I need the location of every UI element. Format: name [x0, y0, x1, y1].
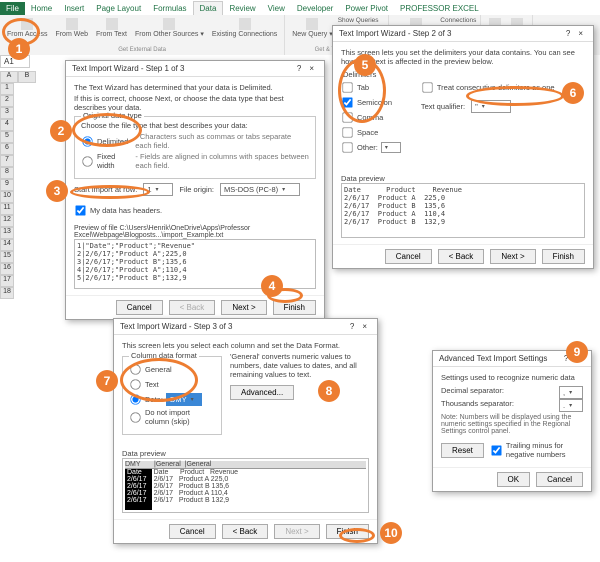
origin-label: File origin: [179, 185, 214, 194]
dlg2-preview-label: Data preview [341, 174, 585, 183]
tab-home[interactable]: Home [25, 2, 58, 15]
btn-from-text[interactable]: From Text [93, 17, 130, 40]
dlg4-cancel[interactable]: Cancel [536, 472, 583, 487]
origin-select[interactable]: MS-DOS (PC-8) [220, 183, 300, 196]
delim-space[interactable]: Space [341, 126, 401, 139]
callout-8: 8 [318, 380, 340, 402]
opt-fixed[interactable]: Fixed width- Fields are aligned in colum… [81, 152, 309, 170]
qualifier-label: Text qualifier: [421, 102, 465, 111]
btn-from-web[interactable]: From Web [52, 17, 91, 40]
close-icon[interactable]: × [358, 322, 371, 331]
dlg3-preview[interactable]: DMY |General |General Date 2/6/17 2/6/17… [122, 458, 369, 513]
dialog-advanced: Advanced Text Import Settings ?× Setting… [432, 350, 592, 492]
ring-6 [466, 86, 564, 106]
dlg1-line1: The Text Wizard has determined that your… [74, 83, 316, 92]
dlg2-preview[interactable]: Date Product Revenue 2/6/17 Product A 22… [341, 183, 585, 238]
dlg1-back[interactable]: < Back [169, 300, 216, 315]
dlg4-title: Advanced Text Import Settings [439, 354, 547, 363]
delim-other[interactable]: Other: [341, 141, 401, 154]
dlg4-line1: Settings used to recognize numeric data [441, 373, 583, 382]
preview-label: Preview of file C:\Users\Henrik\OneDrive… [74, 225, 316, 239]
callout-2: 2 [50, 120, 72, 142]
ring-3 [70, 185, 150, 199]
btn-from-other[interactable]: From Other Sources ▾ [132, 17, 207, 40]
ring-2 [72, 113, 142, 147]
callout-10: 10 [380, 522, 402, 544]
dlg4-note: Note: Numbers will be displayed using th… [441, 414, 583, 435]
dlg2-cancel[interactable]: Cancel [385, 249, 432, 264]
ring-7 [120, 358, 198, 402]
thousands-sep-select[interactable]: . [559, 399, 583, 412]
dlg1-line2: If this is correct, choose Next, or choo… [74, 94, 316, 112]
callout-7: 7 [96, 370, 118, 392]
trailing-minus-check[interactable]: Trailing minus for negative numbers [490, 441, 583, 459]
dlg1-cancel[interactable]: Cancel [116, 300, 163, 315]
dlg3-hint: 'General' converts numeric values to num… [230, 352, 369, 379]
tab-formulas[interactable]: Formulas [147, 2, 192, 15]
fmt-skip[interactable]: Do not import column (skip) [129, 408, 215, 426]
callout-5: 5 [354, 54, 376, 76]
dlg2-title: Text Import Wizard - Step 2 of 3 [339, 29, 451, 38]
help-icon[interactable]: ? [346, 322, 358, 331]
dlg3-preview-label: Data preview [122, 449, 369, 458]
advanced-button[interactable]: Advanced... [230, 385, 294, 400]
ring-10 [339, 528, 375, 543]
tab-profexcel[interactable]: PROFESSOR EXCEL [394, 2, 485, 15]
dlg2-finish[interactable]: Finish [542, 249, 585, 264]
tab-insert[interactable]: Insert [58, 2, 90, 15]
dlg1-next[interactable]: Next > [221, 300, 266, 315]
dlg3-next[interactable]: Next > [274, 524, 319, 539]
dlg1-title: Text Import Wizard - Step 1 of 3 [72, 64, 184, 73]
dec-label: Decimal separator: [441, 386, 504, 395]
tab-data[interactable]: Data [193, 1, 224, 15]
decimal-sep-select[interactable]: , [559, 386, 583, 399]
help-icon[interactable]: ? [562, 29, 574, 38]
group-get-external: From Access From Web From Text From Othe… [0, 15, 285, 55]
ribbon-tabs: File Home Insert Page Layout Formulas Da… [0, 0, 600, 15]
callout-3: 3 [46, 180, 68, 202]
close-icon[interactable]: × [305, 64, 318, 73]
dlg3-title: Text Import Wizard - Step 3 of 3 [120, 322, 232, 331]
dlg3-back[interactable]: < Back [222, 524, 269, 539]
tab-review[interactable]: Review [223, 2, 261, 15]
dlg4-ok[interactable]: OK [497, 472, 531, 487]
tab-powerpivot[interactable]: Power Pivot [339, 2, 394, 15]
dlg2-back[interactable]: < Back [438, 249, 485, 264]
reset-button[interactable]: Reset [441, 443, 484, 458]
callout-6: 6 [562, 82, 584, 104]
dlg3-cancel[interactable]: Cancel [169, 524, 216, 539]
dlg3-line1: This screen lets you select each column … [122, 341, 369, 350]
tab-developer[interactable]: Developer [291, 2, 339, 15]
btn-connections[interactable]: Connections [440, 17, 476, 24]
tab-pagelayout[interactable]: Page Layout [90, 2, 147, 15]
callout-9: 9 [566, 341, 588, 363]
callout-1: 1 [8, 38, 30, 60]
headers-checkbox[interactable]: My data has headers. [74, 204, 316, 217]
tab-file[interactable]: File [0, 2, 25, 15]
tab-view[interactable]: View [262, 2, 291, 15]
dlg2-line1: This screen lets you set the delimiters … [341, 48, 585, 66]
dlg2-next[interactable]: Next > [490, 249, 535, 264]
callout-4: 4 [261, 275, 283, 297]
th-label: Thousands separator: [441, 399, 514, 408]
close-icon[interactable]: × [574, 29, 587, 38]
dialog-step3: Text Import Wizard - Step 3 of 3 ?× This… [113, 318, 378, 544]
btn-new-query[interactable]: New Query ▾ [289, 17, 335, 40]
btn-show-queries[interactable]: Show Queries [338, 17, 384, 24]
help-icon[interactable]: ? [293, 64, 305, 73]
btn-existing-conn[interactable]: Existing Connections [209, 17, 280, 40]
